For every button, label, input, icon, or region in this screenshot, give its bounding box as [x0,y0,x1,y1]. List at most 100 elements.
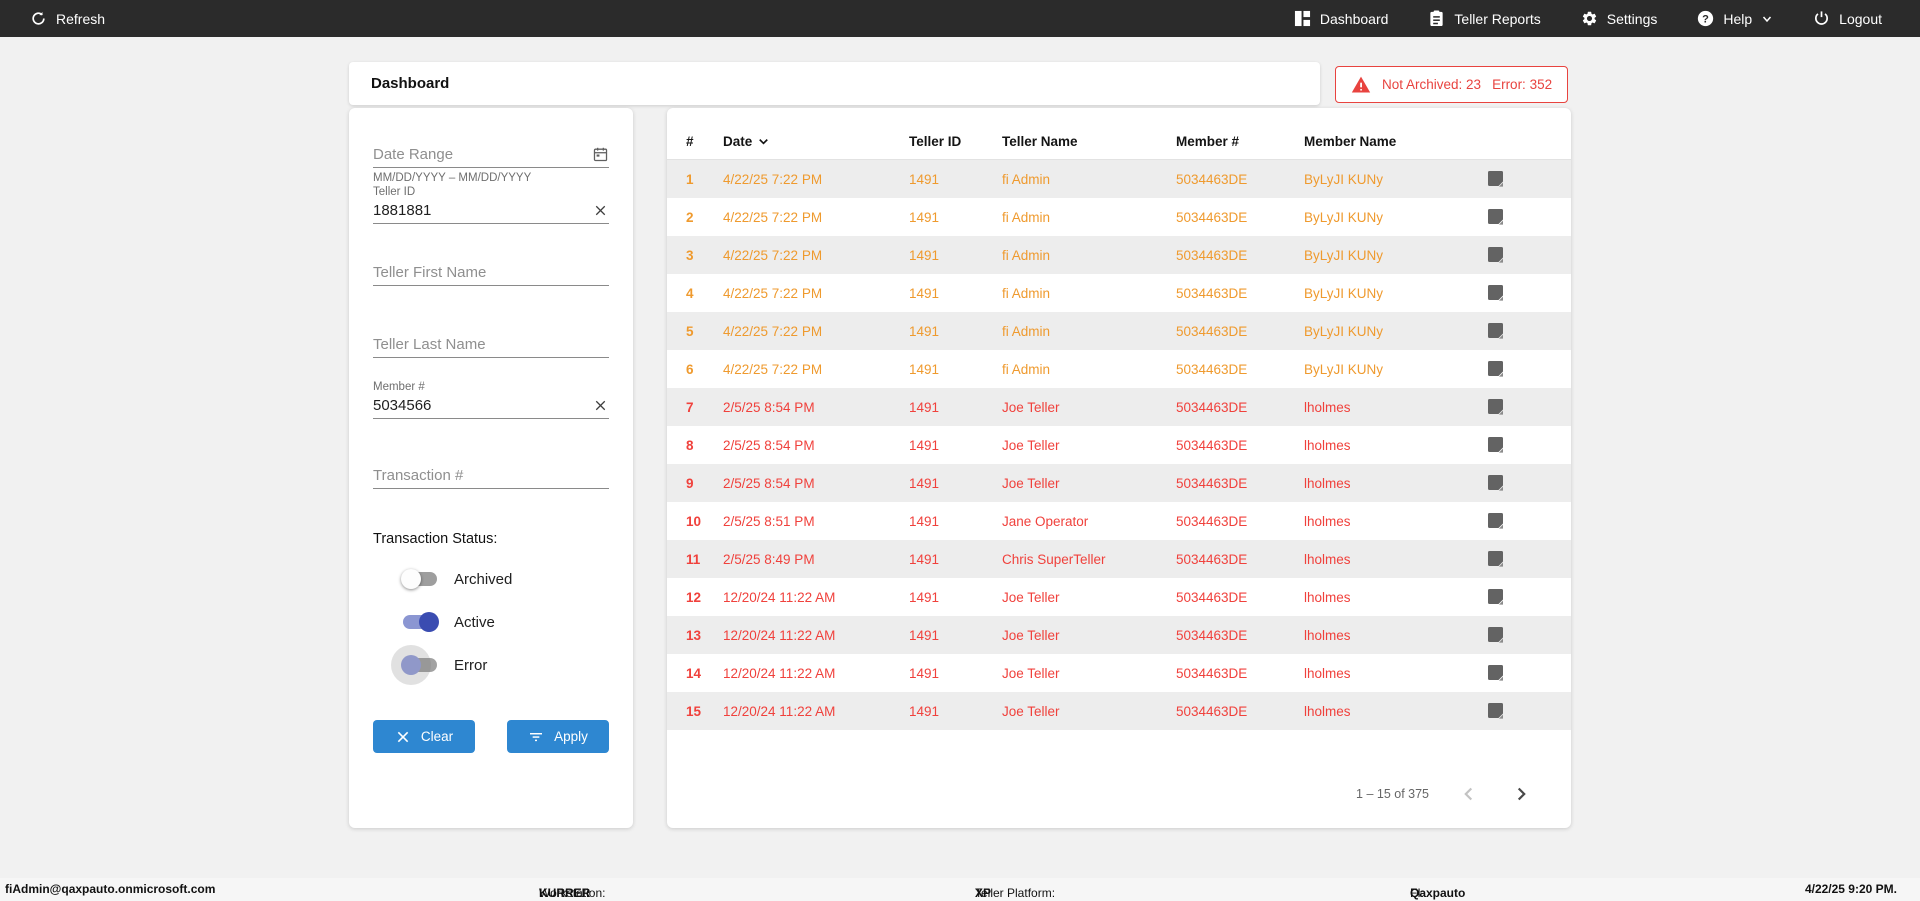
table-row[interactable]: 7 2/5/25 8:54 PM 1491 Joe Teller 5034463… [667,388,1571,426]
date-range-input[interactable] [373,146,592,163]
row-teller-id: 1491 [909,399,940,415]
column-header-teller-name[interactable]: Teller Name [1002,134,1176,149]
pagination-range: 1 – 15 of 375 [1356,787,1429,801]
transactions-panel: # Date Teller ID Teller Name Member # Me… [667,108,1571,828]
table-row[interactable]: 12 12/20/24 11:22 AM 1491 Joe Teller 503… [667,578,1571,616]
note-icon[interactable] [1488,589,1554,605]
note-icon[interactable] [1488,475,1554,491]
table-row[interactable]: 9 2/5/25 8:54 PM 1491 Joe Teller 5034463… [667,464,1571,502]
footer-workstation-value: KURRER [539,886,591,900]
row-number: 3 [686,247,694,263]
table-row[interactable]: 1 4/22/25 7:22 PM 1491 fi Admin 5034463D… [667,160,1571,198]
row-member-number: 5034463DE [1176,551,1248,567]
table-row[interactable]: 8 2/5/25 8:54 PM 1491 Joe Teller 5034463… [667,426,1571,464]
column-header-num[interactable]: # [686,134,723,149]
nav-settings-label: Settings [1606,10,1658,27]
table-row[interactable]: 14 12/20/24 11:22 AM 1491 Joe Teller 503… [667,654,1571,692]
note-icon[interactable] [1488,399,1554,415]
row-member-name: lholmes [1304,627,1351,643]
calendar-icon[interactable] [592,146,609,163]
row-number: 8 [686,437,694,453]
note-icon[interactable] [1488,247,1554,263]
teller-last-name-input[interactable] [373,336,609,353]
table-row[interactable]: 6 4/22/25 7:22 PM 1491 fi Admin 5034463D… [667,350,1571,388]
nav-help[interactable]: ? Help [1697,10,1773,27]
row-date: 2/5/25 8:51 PM [723,513,815,529]
svg-text:?: ? [1703,13,1710,25]
clear-teller-id-icon[interactable] [592,202,609,219]
note-icon[interactable] [1488,703,1554,719]
active-toggle[interactable] [403,612,439,632]
row-member-number: 5034463DE [1176,627,1248,643]
nav-help-label: Help [1723,10,1753,27]
table-row[interactable]: 3 4/22/25 7:22 PM 1491 fi Admin 5034463D… [667,236,1571,274]
chevron-down-icon [1761,13,1773,25]
archived-toggle-label: Archived [454,570,513,588]
previous-page-button[interactable] [1457,782,1481,806]
table-row[interactable]: 5 4/22/25 7:22 PM 1491 fi Admin 5034463D… [667,312,1571,350]
row-number: 11 [686,551,701,567]
filter-icon [530,732,543,741]
clear-button[interactable]: Clear [373,720,475,753]
column-header-member-number[interactable]: Member # [1176,134,1304,149]
nav-settings[interactable]: Settings [1581,10,1658,27]
note-icon[interactable] [1488,513,1554,529]
note-icon[interactable] [1488,551,1554,567]
note-icon[interactable] [1488,285,1554,301]
column-header-date[interactable]: Date [723,134,909,149]
next-page-button[interactable] [1509,782,1533,806]
row-member-name: ByLyJI KUNy [1304,361,1384,377]
row-teller-name: fi Admin [1002,209,1051,225]
note-icon[interactable] [1488,171,1554,187]
row-member-name: lholmes [1304,475,1351,491]
table-row[interactable]: 15 12/20/24 11:22 AM 1491 Joe Teller 503… [667,692,1571,730]
note-icon[interactable] [1488,361,1554,377]
table-row[interactable]: 10 2/5/25 8:51 PM 1491 Jane Operator 503… [667,502,1571,540]
note-icon[interactable] [1488,323,1554,339]
footer-user-email: fiAdmin@qaxpauto.onmicrosoft.com [5,882,216,896]
row-member-name: lholmes [1304,513,1351,529]
row-teller-name: Joe Teller [1002,475,1060,491]
footer-platform-value: XP [975,886,992,900]
teller-first-name-input[interactable] [373,264,609,281]
row-member-name: ByLyJI KUNy [1304,209,1384,225]
column-header-member-name[interactable]: Member Name [1304,134,1488,149]
error-toggle[interactable] [391,645,437,685]
row-member-name: lholmes [1304,551,1351,567]
archived-toggle[interactable] [401,569,437,589]
page-header: Dashboard [349,62,1320,105]
refresh-button[interactable]: Refresh [30,10,105,27]
transaction-status-label: Transaction Status: [373,531,498,547]
nav-logout-label: Logout [1839,10,1882,27]
note-icon[interactable] [1488,209,1554,225]
member-number-label: Member # [373,381,425,393]
status-alert-badge[interactable]: Not Archived: 23 Error: 352 [1335,66,1569,103]
note-icon[interactable] [1488,665,1554,681]
row-teller-name: Jane Operator [1002,513,1089,529]
pagination: 1 – 15 of 375 [1356,782,1533,806]
table-row[interactable]: 11 2/5/25 8:49 PM 1491 Chris SuperTeller… [667,540,1571,578]
table-row[interactable]: 13 12/20/24 11:22 AM 1491 Joe Teller 503… [667,616,1571,654]
table-row[interactable]: 4 4/22/25 7:22 PM 1491 fi Admin 5034463D… [667,274,1571,312]
teller-id-input[interactable] [373,202,592,219]
row-number: 15 [686,703,702,719]
row-teller-name: Joe Teller [1002,703,1060,719]
row-member-name: lholmes [1304,703,1351,719]
clear-member-number-icon[interactable] [592,397,609,414]
nav-logout[interactable]: Logout [1813,10,1882,27]
nav-dashboard[interactable]: Dashboard [1294,10,1388,27]
nav-teller-reports[interactable]: Teller Reports [1428,10,1541,27]
table-row[interactable]: 2 4/22/25 7:22 PM 1491 fi Admin 5034463D… [667,198,1571,236]
apply-button[interactable]: Apply [507,720,609,753]
member-number-input[interactable] [373,397,592,414]
row-number: 10 [686,513,702,529]
transaction-number-input[interactable] [373,467,609,484]
row-member-name: ByLyJI KUNy [1304,247,1384,263]
note-icon[interactable] [1488,437,1554,453]
note-icon[interactable] [1488,627,1554,643]
row-teller-name: fi Admin [1002,361,1051,377]
column-header-date-label: Date [723,133,753,149]
row-teller-id: 1491 [909,703,940,719]
column-header-teller-id[interactable]: Teller ID [909,134,1002,149]
row-teller-id: 1491 [909,437,940,453]
